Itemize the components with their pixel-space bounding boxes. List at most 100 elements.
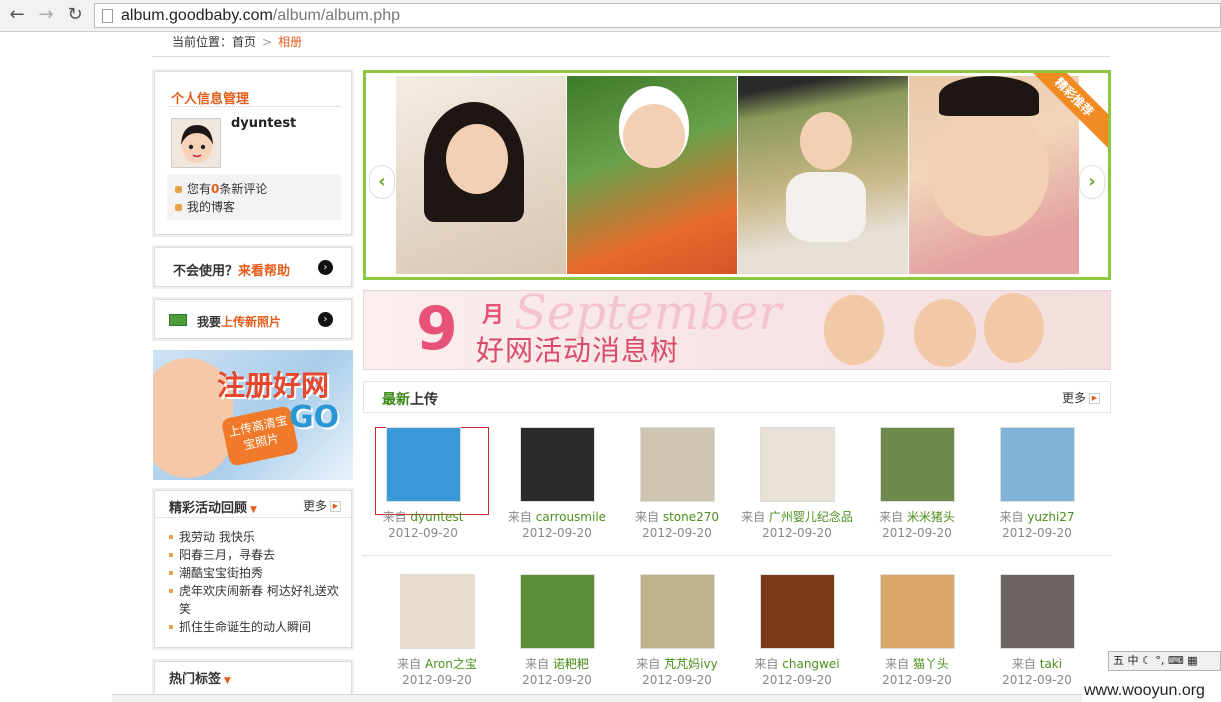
uploader-line: 来自 Aron之宝 [377,655,497,672]
slide-photo[interactable] [567,76,737,274]
horizontal-scrollbar[interactable] [112,694,1082,702]
upload-photos-button[interactable]: 我要上传新照片 › [154,299,352,339]
photo-thumbnail[interactable] [520,574,595,649]
upload-prefix: 我要 [197,315,222,329]
upload-date: 2012-09-20 [388,526,458,540]
latest-uploads-header: 最新上传 更多 ▶ [363,381,1111,413]
featured-slider: ‹ › 精彩推荐 [363,70,1111,280]
slider-prev-arrow-icon[interactable]: ‹ [369,165,395,199]
address-bar[interactable]: album.goodbaby.com/album/album.php [94,3,1221,28]
latest-uploads-title: 最新上传 [382,389,438,409]
register-ad-banner[interactable]: 注册好网 上传高清宝宝照片 GO [153,350,353,480]
breadcrumb-home-link[interactable]: 首页 [232,35,256,49]
shirt-shape [786,172,866,242]
uploader-link[interactable]: 米米猪头 [907,510,955,524]
from-label: 来自 [634,510,659,524]
from-label: 来自 [741,510,766,524]
photo-thumbnail[interactable] [386,427,461,502]
upload-link[interactable]: 上传新照片 [221,315,281,329]
profile-divider [169,106,341,107]
uploader-line: 来自 carrousmile [497,508,617,525]
september-events-banner[interactable]: September 9 月 好网活动消息树 [363,290,1111,370]
from-label: 来自 [636,657,661,671]
my-blog-link[interactable]: 我的博客 [175,198,341,216]
from-label: 来自 [525,657,550,671]
list-item[interactable]: 我劳动 我快乐 [169,528,344,546]
watermark: www.wooyun.org [1084,682,1205,699]
list-item[interactable]: 阳春三月，寻春去 [169,546,344,564]
new-comments-link[interactable]: 您有0条新评论 [175,180,341,198]
photo-thumbnail[interactable] [1000,427,1075,502]
uploader-link[interactable]: 猫丫头 [913,657,949,671]
uploader-link[interactable]: 芃芃妈ivy [664,657,718,671]
uploader-line: 来自 changwei [737,655,857,672]
kid-photo [824,295,884,365]
latest-more-link[interactable]: 更多 ▶ [1062,389,1100,406]
url-host: album.goodbaby.com [121,7,273,24]
from-label: 来自 [879,510,904,524]
recap-title[interactable]: 精彩活动回顾 ▼ [169,497,257,516]
list-item[interactable]: 虎年欢庆闹新春 柯达好礼送欢笑 [169,582,344,618]
face-shape [929,106,1049,236]
tags-title[interactable]: 热门标签 ▼ [169,668,231,687]
uploader-link[interactable]: yuzhi27 [1027,510,1074,524]
username[interactable]: dyuntest [231,116,296,131]
recap-divider [155,517,351,518]
uploader-link[interactable]: 诺粑粑 [553,657,589,671]
recap-list: 我劳动 我快乐 阳春三月，寻春去 潮酷宝宝街拍秀 虎年欢庆闹新春 柯达好礼送欢笑… [169,528,344,636]
recap-more-link[interactable]: 更多 ▶ [303,497,341,514]
upload-date: 2012-09-20 [642,673,712,687]
reload-icon[interactable]: ↻ [66,6,84,24]
recap-more-label: 更多 [302,499,327,513]
uploader-link[interactable]: Aron之宝 [425,657,477,671]
upload-date: 2012-09-20 [1002,673,1072,687]
play-arrow-icon: ▶ [1089,393,1100,404]
photo-thumbnail[interactable] [880,574,955,649]
photo-thumbnail[interactable] [1000,574,1075,649]
from-label: 来自 [397,657,422,671]
uploader-line: 来自 诺粑粑 [497,655,617,672]
slide-photo[interactable] [738,76,908,274]
banner-subtitle: 好网活动消息树 [476,334,680,367]
comments-suffix: 条新评论 [219,182,268,196]
photo-thumbnail[interactable] [760,574,835,649]
breadcrumb-divider [152,56,1110,57]
face-shape [623,104,685,168]
upload-date: 2012-09-20 [522,526,592,540]
comments-prefix: 您有 [187,182,212,196]
breadcrumb-current: 相册 [278,35,303,49]
photo-thumbnail[interactable] [880,427,955,502]
arrow-right-icon: › [318,312,333,327]
back-arrow-icon[interactable]: ← [8,6,26,24]
help-link[interactable]: 来看帮助 [238,264,290,279]
uploader-link[interactable]: dyuntest [410,510,463,524]
uploader-link[interactable]: 广州婴儿纪念品 [769,510,853,524]
from-label: 来自 [507,510,532,524]
photo-thumbnail[interactable] [640,574,715,649]
latest-title-a: 最新 [382,392,410,408]
photo-thumbnail[interactable] [640,427,715,502]
upload-date: 2012-09-20 [882,673,952,687]
list-item[interactable]: 潮酷宝宝街拍秀 [169,564,344,582]
uploader-link[interactable]: carrousmile [536,510,606,524]
photo-upload-icon [169,314,187,326]
slide-photo[interactable] [396,76,566,274]
slider-next-arrow-icon[interactable]: › [1079,165,1105,199]
photo-thumbnail[interactable] [400,574,475,649]
help-button[interactable]: 不会使用？来看帮助 › [154,247,352,287]
uploader-link[interactable]: changwei [782,657,839,671]
uploader-link[interactable]: taki [1040,657,1062,671]
uploader-link[interactable]: stone270 [663,510,719,524]
uploader-line: 来自 dyuntest [363,508,483,525]
photo-thumbnail[interactable] [760,427,835,502]
avatar[interactable] [171,118,221,168]
photo-thumbnail[interactable] [520,427,595,502]
breadcrumb-label: 当前位置： [172,35,233,49]
from-label: 来自 [999,510,1024,524]
from-label: 来自 [382,510,407,524]
slide-photo[interactable] [909,76,1079,274]
upload-date: 2012-09-20 [522,673,592,687]
forward-arrow-icon[interactable]: → [37,6,55,24]
list-item[interactable]: 抓住生命诞生的动人瞬间 [169,618,344,636]
ime-toolbar[interactable]: 五 中 ☾ °, ⌨ ▦ [1108,651,1221,671]
